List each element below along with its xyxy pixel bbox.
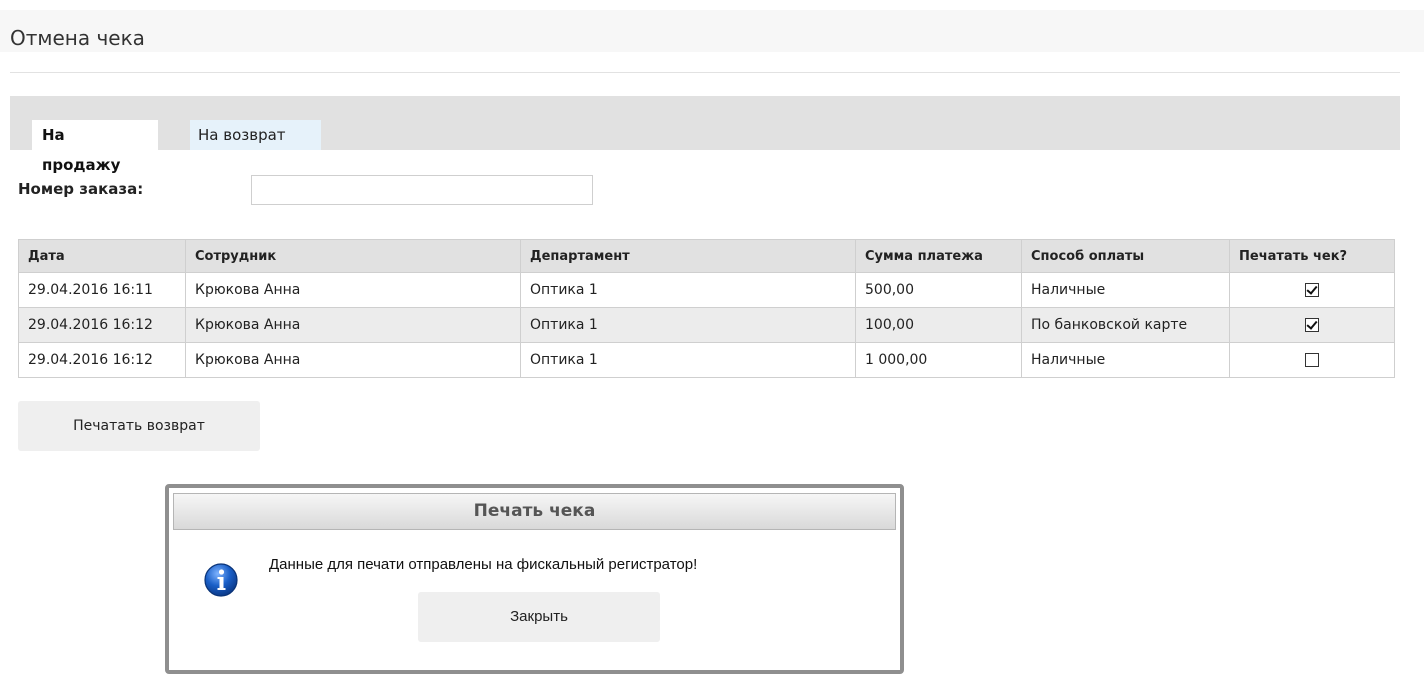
print-receipt-dialog: Печать чека Данные для печати отправлены…: [165, 484, 904, 674]
column-header-date[interactable]: Дата: [18, 239, 186, 273]
cell-date: 29.04.2016 16:12: [18, 307, 186, 343]
table-row[interactable]: 29.04.2016 16:12 Крюкова Анна Оптика 1 1…: [18, 307, 1395, 343]
cell-date: 29.04.2016 16:12: [18, 342, 186, 378]
page-header: [0, 10, 1424, 52]
tab-return[interactable]: На возврат: [190, 120, 321, 150]
tab-sale[interactable]: На продажу: [32, 120, 158, 174]
page-title: Отмена чека: [10, 26, 145, 50]
cell-department: Оптика 1: [520, 272, 856, 308]
cell-payment-method: Наличные: [1021, 272, 1230, 308]
table-header-row: Дата Сотрудник Департамент Сумма платежа…: [18, 239, 1395, 273]
dialog-message: Данные для печати отправлены на фискальн…: [269, 556, 698, 573]
cell-amount: 100,00: [855, 307, 1022, 343]
cell-payment-method: Наличные: [1021, 342, 1230, 378]
info-icon: [204, 563, 238, 597]
cell-employee: Крюкова Анна: [185, 307, 521, 343]
column-header-department[interactable]: Департамент: [520, 239, 856, 273]
column-header-employee[interactable]: Сотрудник: [185, 239, 521, 273]
cell-print-receipt: [1229, 272, 1395, 308]
print-receipt-checkbox[interactable]: [1305, 318, 1319, 332]
cell-date: 29.04.2016 16:11: [18, 272, 186, 308]
table-row[interactable]: 29.04.2016 16:11 Крюкова Анна Оптика 1 5…: [18, 272, 1395, 308]
column-header-payment-method[interactable]: Способ оплаты: [1021, 239, 1230, 273]
column-header-amount[interactable]: Сумма платежа: [855, 239, 1022, 273]
cell-employee: Крюкова Анна: [185, 272, 521, 308]
dialog-title: Печать чека: [173, 493, 896, 530]
order-number-input[interactable]: [251, 175, 593, 205]
cell-amount: 1 000,00: [855, 342, 1022, 378]
column-header-print-receipt[interactable]: Печатать чек?: [1229, 239, 1395, 273]
cell-amount: 500,00: [855, 272, 1022, 308]
cell-department: Оптика 1: [520, 342, 856, 378]
table-row[interactable]: 29.04.2016 16:12 Крюкова Анна Оптика 1 1…: [18, 342, 1395, 378]
print-return-button[interactable]: Печатать возврат: [18, 401, 260, 451]
dialog-close-button[interactable]: Закрыть: [418, 592, 660, 642]
print-receipt-checkbox[interactable]: [1305, 283, 1319, 297]
cell-employee: Крюкова Анна: [185, 342, 521, 378]
print-receipt-checkbox[interactable]: [1305, 353, 1319, 367]
payments-table: Дата Сотрудник Департамент Сумма платежа…: [18, 239, 1395, 378]
cell-department: Оптика 1: [520, 307, 856, 343]
cell-print-receipt: [1229, 342, 1395, 378]
title-divider: [10, 72, 1400, 73]
cell-payment-method: По банковской карте: [1021, 307, 1230, 343]
order-number-label: Номер заказа:: [18, 180, 144, 198]
tab-strip: На продажу На возврат: [10, 96, 1400, 174]
cell-print-receipt: [1229, 307, 1395, 343]
